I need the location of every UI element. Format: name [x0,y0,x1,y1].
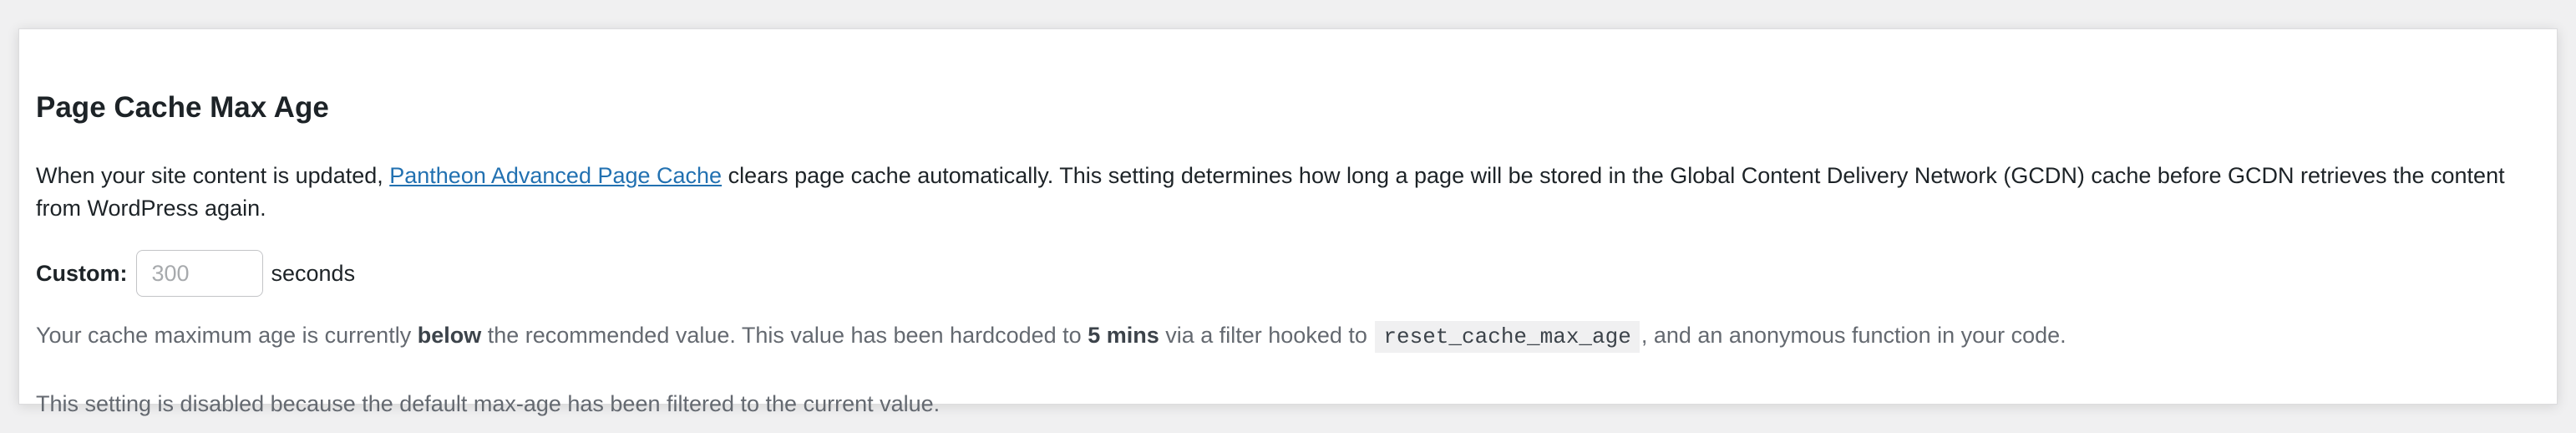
note-text-2: the recommended value. This value has be… [481,323,1088,348]
note-bold-below: below [417,323,482,348]
filter-hook-code: reset_cache_max_age [1375,321,1640,353]
custom-max-age-input[interactable] [135,250,263,297]
note-bold-duration: 5 mins [1088,323,1159,348]
custom-label: Custom: [36,260,128,286]
description-text-before: When your site content is updated, [36,163,390,188]
cache-age-warning: Your cache maximum age is currently belo… [36,318,2066,354]
custom-max-age-row: Custom: seconds [36,248,355,298]
section-title: Page Cache Max Age [36,91,329,124]
section-description: When your site content is updated, Panth… [36,160,2525,225]
note-text-3: via a filter hooked to [1159,323,1374,348]
seconds-unit-label: seconds [271,260,356,286]
settings-card: Page Cache Max Age When your site conten… [18,28,2558,416]
note-text-1: Your cache maximum age is currently [36,323,418,348]
note-text-4: , and an anonymous function in your code… [1640,323,2066,348]
disabled-setting-note: This setting is disabled because the def… [36,391,941,416]
pantheon-advanced-page-cache-link[interactable]: Pantheon Advanced Page Cache [389,163,722,188]
